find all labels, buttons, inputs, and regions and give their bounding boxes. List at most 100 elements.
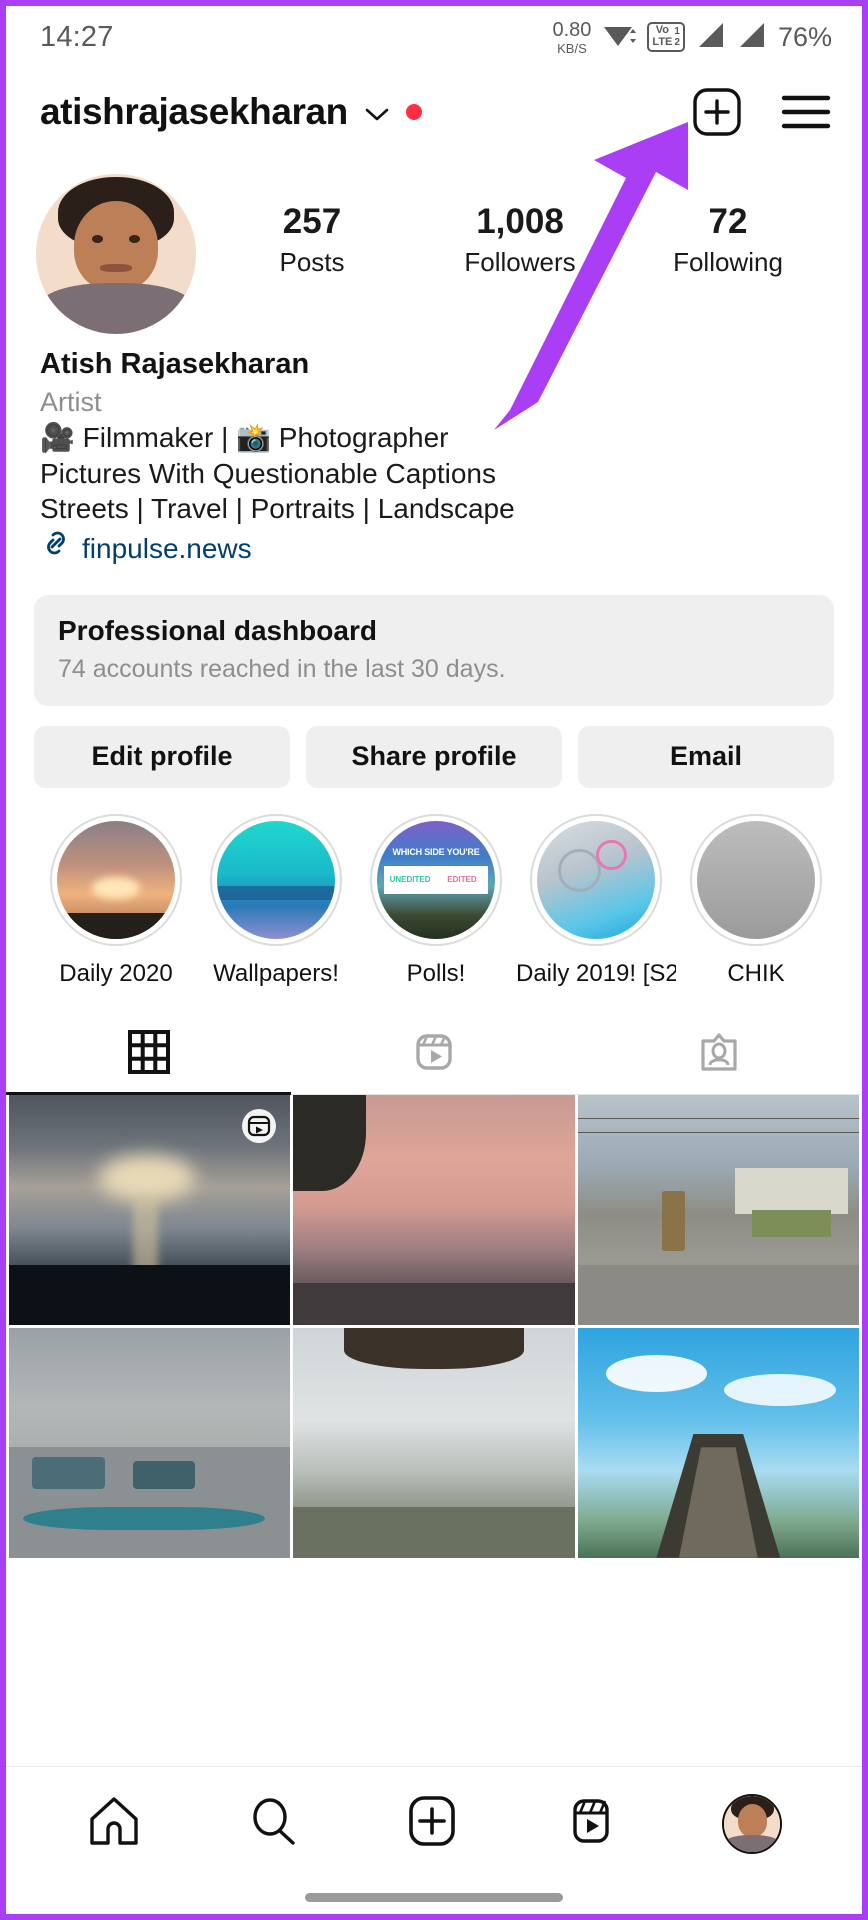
stat-posts-label: Posts bbox=[279, 247, 345, 277]
grid-icon bbox=[126, 1029, 172, 1080]
home-indicator bbox=[6, 1880, 862, 1914]
edit-profile-button[interactable]: Edit profile bbox=[34, 725, 290, 788]
profile-stats: 257 Posts 1,008 Followers 72 Following bbox=[208, 174, 832, 278]
tagged-person-icon bbox=[696, 1029, 742, 1080]
highlight-thumbnail bbox=[697, 820, 815, 939]
stat-following-value: 72 bbox=[708, 202, 748, 241]
highlight-ring bbox=[210, 813, 342, 946]
stat-followers-value: 1,008 bbox=[476, 202, 564, 241]
network-speed-unit: KB/S bbox=[557, 40, 587, 56]
email-button[interactable]: Email bbox=[578, 725, 834, 788]
tab-tagged[interactable] bbox=[577, 1016, 862, 1094]
profile-bio: Atish Rajasekharan Artist 🎥 Filmmaker | … bbox=[6, 334, 862, 571]
home-indicator-bar bbox=[305, 1892, 563, 1902]
battery-percent: 76% bbox=[777, 21, 832, 52]
reels-icon[interactable] bbox=[563, 1793, 619, 1854]
avatar-container[interactable] bbox=[36, 174, 208, 334]
link-chain-icon bbox=[40, 527, 72, 571]
post-cell[interactable] bbox=[9, 1094, 291, 1325]
volte-sim-2: 2 bbox=[674, 37, 680, 48]
highlight-label: Daily 2020 bbox=[59, 959, 173, 987]
bottom-navigation-bar bbox=[6, 1766, 862, 1914]
hamburger-menu-icon[interactable] bbox=[780, 90, 832, 134]
header-username[interactable]: atishrajasekharan bbox=[40, 91, 348, 133]
highlight-thumbnail bbox=[537, 820, 655, 939]
tab-grid[interactable] bbox=[6, 1016, 292, 1095]
dashboard-title: Professional dashboard bbox=[58, 614, 377, 646]
highlight-thumbnail bbox=[57, 820, 175, 939]
account-switcher[interactable]: atishrajasekharan bbox=[40, 91, 422, 133]
stat-followers-label: Followers bbox=[464, 247, 576, 277]
stat-posts-value: 257 bbox=[282, 202, 342, 241]
highlight-ring bbox=[530, 813, 662, 946]
post-cell[interactable] bbox=[293, 1327, 575, 1558]
status-icons: 0.80 KB/S Vo LTE 1 2 76% bbox=[552, 20, 832, 55]
signal-bars-icon-sim1 bbox=[696, 21, 726, 54]
poll-option-left: UNEDITED bbox=[389, 875, 431, 885]
highlight-label: CHIK bbox=[727, 959, 785, 987]
highlight-thumbnail bbox=[217, 820, 335, 939]
reel-indicator-icon bbox=[240, 1107, 278, 1145]
highlight-daily-2019-s2[interactable]: Daily 2019! [S2] bbox=[516, 813, 676, 988]
bottom-nav-icons bbox=[6, 1767, 862, 1880]
home-icon[interactable] bbox=[86, 1793, 142, 1854]
stat-posts[interactable]: 257 Posts bbox=[252, 202, 372, 278]
profile-full-name: Atish Rajasekharan bbox=[40, 348, 310, 380]
profile-action-buttons: Edit profile Share profile Email bbox=[6, 706, 862, 788]
instagram-profile-screen: 14:27 0.80 KB/S Vo LTE 1 2 76% atishraja… bbox=[0, 0, 868, 1920]
dashboard-subtitle: 74 accounts reached in the last 30 days. bbox=[58, 654, 506, 683]
story-highlights: Daily 2020 Wallpapers! WHICH SIDE YOU'RE… bbox=[6, 788, 862, 988]
status-time: 14:27 bbox=[40, 20, 114, 53]
highlight-wallpapers[interactable]: Wallpapers! bbox=[196, 813, 356, 988]
post-cell[interactable] bbox=[293, 1094, 575, 1325]
post-grid bbox=[6, 1094, 862, 1558]
professional-dashboard-card[interactable]: Professional dashboard 74 accounts reach… bbox=[34, 594, 834, 706]
profile-avatar-icon[interactable] bbox=[722, 1793, 783, 1854]
highlight-ring bbox=[50, 813, 182, 946]
reels-icon bbox=[411, 1029, 457, 1080]
profile-header: atishrajasekharan bbox=[6, 68, 862, 156]
post-cell[interactable] bbox=[577, 1094, 859, 1325]
highlight-chik[interactable]: CHIK bbox=[676, 813, 836, 988]
poll-option-right: EDITED bbox=[447, 875, 477, 885]
bio-line-2: Pictures With Questionable Captions bbox=[40, 457, 496, 489]
highlight-label: Wallpapers! bbox=[213, 959, 339, 987]
profile-link[interactable]: finpulse.news bbox=[40, 527, 832, 571]
volte-icon: Vo LTE 1 2 bbox=[647, 22, 685, 52]
highlight-ring bbox=[690, 813, 822, 946]
post-cell[interactable] bbox=[9, 1327, 291, 1558]
network-speed-value: 0.80 bbox=[552, 18, 592, 41]
share-profile-button[interactable]: Share profile bbox=[306, 725, 562, 788]
profile-category: Artist bbox=[40, 386, 102, 417]
stat-followers[interactable]: 1,008 Followers bbox=[460, 202, 580, 278]
signal-bars-icon-sim2 bbox=[737, 21, 767, 54]
profile-tabs bbox=[6, 1016, 862, 1095]
header-actions bbox=[692, 87, 832, 137]
volte-sim-1: 1 bbox=[674, 26, 680, 37]
network-speed-indicator: 0.80 KB/S bbox=[552, 20, 591, 55]
post-cell[interactable] bbox=[577, 1327, 859, 1558]
highlight-daily-2020[interactable]: Daily 2020 bbox=[36, 813, 196, 988]
highlight-label: Daily 2019! [S2] bbox=[516, 959, 676, 987]
wifi-icon bbox=[602, 20, 637, 55]
highlight-thumbnail: WHICH SIDE YOU'RE UNEDITED EDITED bbox=[377, 820, 495, 939]
bio-line-1: 🎥 Filmmaker | 📸 Photographer bbox=[40, 422, 449, 454]
highlight-polls[interactable]: WHICH SIDE YOU'RE UNEDITED EDITED Polls! bbox=[356, 813, 516, 988]
poll-overlay-title: WHICH SIDE YOU'RE bbox=[392, 846, 480, 857]
plus-square-icon[interactable] bbox=[692, 87, 742, 137]
profile-avatar[interactable] bbox=[36, 174, 196, 334]
status-bar: 14:27 0.80 KB/S Vo LTE 1 2 76% bbox=[6, 6, 862, 68]
unread-badge-dot bbox=[405, 104, 422, 120]
stat-following[interactable]: 72 Following bbox=[668, 202, 788, 278]
highlight-label: Polls! bbox=[406, 959, 466, 987]
highlight-ring: WHICH SIDE YOU'RE UNEDITED EDITED bbox=[370, 813, 502, 946]
profile-link-text[interactable]: finpulse.news bbox=[82, 528, 252, 570]
tab-reels[interactable] bbox=[291, 1016, 576, 1094]
volte-label-lte: LTE bbox=[652, 36, 673, 48]
stat-following-label: Following bbox=[673, 247, 783, 277]
search-icon[interactable] bbox=[245, 1793, 301, 1854]
chevron-down-icon[interactable] bbox=[364, 101, 390, 128]
profile-summary: 257 Posts 1,008 Followers 72 Following bbox=[6, 156, 862, 334]
bio-line-3: Streets | Travel | Portraits | Landscape bbox=[40, 493, 515, 525]
plus-square-icon[interactable] bbox=[404, 1793, 460, 1854]
